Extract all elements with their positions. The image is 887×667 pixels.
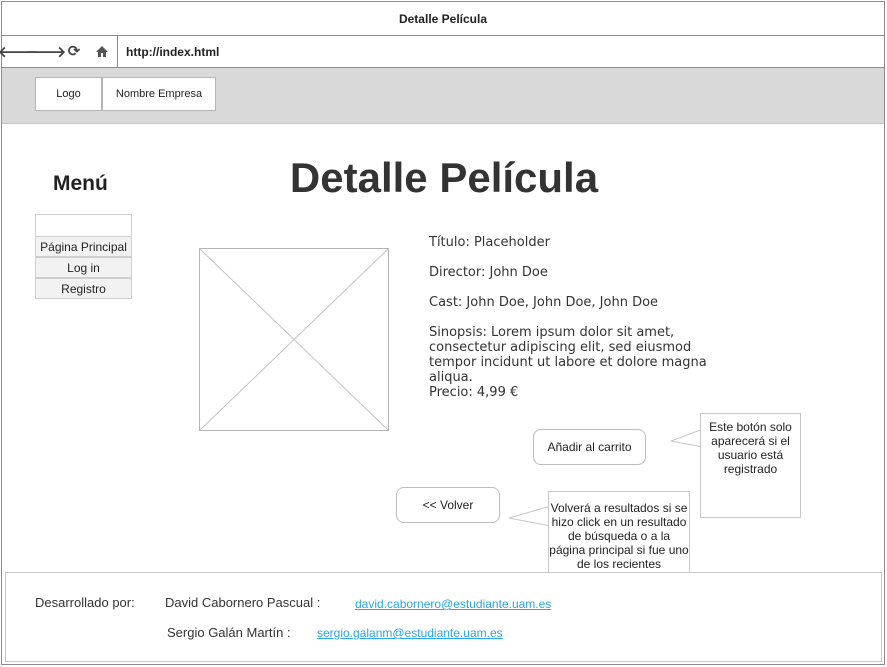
url-field[interactable]: http://index.html	[126, 45, 219, 59]
movie-synopsis: Sinopsis: Lorem ipsum dolor sit amet, co…	[429, 325, 707, 385]
movie-price: Precio: 4,99 €	[429, 385, 519, 400]
movie-director-line: Director: John Doe	[429, 265, 548, 280]
page-title: Detalle Película	[289, 154, 599, 201]
browser-window: Detalle Película 🡐 🡒 ⟳ http://index.html…	[0, 1, 885, 665]
movie-cast-line: Cast: John Doe, John Doe, John Doe	[429, 295, 659, 310]
movie-image-placeholder	[199, 248, 389, 431]
developed-by-label: Desarrollado por:	[35, 595, 135, 610]
forward-arrow-icon[interactable]: 🡒	[26, 42, 66, 61]
refresh-icon[interactable]: ⟳	[65, 42, 83, 60]
back-button[interactable]: << Volver	[396, 487, 500, 523]
menu-blank-slot	[35, 214, 132, 237]
logo[interactable]: Logo	[35, 77, 102, 111]
developer-name: David Cabornero Pascual :	[165, 595, 321, 610]
cart-note: Este botón solo aparecerá si el usuario …	[700, 413, 801, 518]
menu-item-home[interactable]: Página Principal	[35, 236, 132, 257]
menu-title: Menú	[53, 172, 108, 195]
company-name: Nombre Empresa	[102, 77, 216, 111]
back-arrow-icon[interactable]: 🡐	[0, 42, 38, 61]
address-divider	[117, 36, 118, 67]
footer: Desarrollado por: David Cabornero Pascua…	[5, 572, 882, 662]
developer-name: Sergio Galán Martín :	[167, 625, 291, 640]
back-note-pointer	[508, 505, 552, 527]
home-icon[interactable]	[93, 42, 111, 60]
site-header: Logo Nombre Empresa	[2, 68, 884, 124]
developer-email-link[interactable]: sergio.galanm@estudiante.uam.es	[317, 626, 503, 640]
window-title: Detalle Película	[2, 2, 884, 36]
address-bar: 🡐 🡒 ⟳ http://index.html	[0, 36, 884, 68]
cart-note-pointer	[670, 428, 704, 448]
menu-item-login[interactable]: Log in	[35, 257, 132, 278]
add-to-cart-button[interactable]: Añadir al carrito	[533, 429, 646, 465]
developer-email-link[interactable]: david.cabornero@estudiante.uam.es	[355, 597, 551, 611]
movie-title-line: Título: Placeholder	[429, 235, 550, 250]
menu-item-register[interactable]: Registro	[35, 278, 132, 299]
